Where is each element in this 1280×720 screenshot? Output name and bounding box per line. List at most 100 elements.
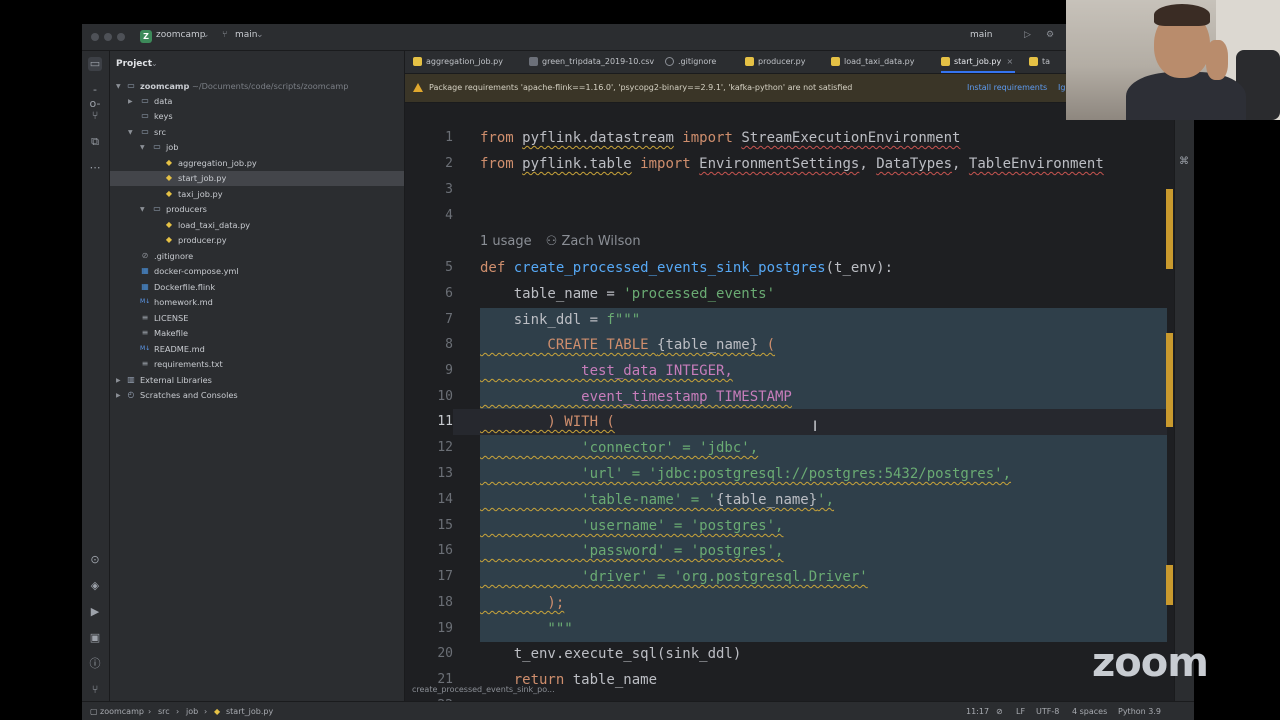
folder-icon[interactable]: ▭ xyxy=(88,57,102,71)
install-requirements-link[interactable]: Install requirements xyxy=(967,74,1047,102)
tree-item-homework[interactable]: M↓ homework.md xyxy=(110,295,404,310)
maximize-window-button[interactable] xyxy=(117,33,125,41)
tree-item-scratches[interactable]: ▶ ◴ Scratches and Consoles xyxy=(110,388,404,403)
run-config-selector[interactable]: main xyxy=(970,30,993,40)
close-window-button[interactable] xyxy=(91,33,99,41)
warning-marker[interactable] xyxy=(1166,565,1173,605)
expand-arrow-icon[interactable]: ▼ xyxy=(128,125,133,140)
debug-icon[interactable]: ⚙ xyxy=(1046,30,1054,40)
tree-item-label: Scratches and Consoles xyxy=(140,390,238,400)
line-number: 5 xyxy=(445,260,453,275)
line-number: 18 xyxy=(437,595,453,610)
tree-item-job[interactable]: ▼ ▭ job xyxy=(110,140,404,155)
tree-item-label: Dockerfile.flink xyxy=(154,282,216,292)
tree-item-root[interactable]: ▼ ▭ zoomcamp ~/Documents/code/scripts/zo… xyxy=(110,79,404,94)
code-line: """ xyxy=(480,621,573,637)
code-editor[interactable]: 1 2 3 4 5 6 7 8 9 10 11 12 13 14 15 16 1… xyxy=(405,103,1174,701)
breadcrumb-project[interactable]: zoomcamp xyxy=(100,702,144,720)
code-token: table_name = xyxy=(480,286,624,302)
git-icon[interactable]: ⑂ xyxy=(88,683,102,697)
code-line: def create_processed_events_sink_postgre… xyxy=(480,260,893,276)
tree-item-keys[interactable]: ▭ keys xyxy=(110,109,404,124)
tree-item-src[interactable]: ▼ ▭ src xyxy=(110,125,404,140)
tree-item-label: start_job.py xyxy=(178,173,227,183)
tree-item-license[interactable]: ≡ LICENSE xyxy=(110,311,404,326)
tree-item-label: keys xyxy=(154,111,173,121)
usage-hint[interactable]: 1 usage xyxy=(480,234,532,249)
breadcrumb-src[interactable]: src xyxy=(158,702,170,720)
tab-start-job[interactable]: start_job.py × xyxy=(941,51,1016,73)
python-packages-icon[interactable]: ⊙ xyxy=(88,553,102,567)
line-number: 15 xyxy=(437,518,453,533)
pull-request-icon[interactable]: ⑂ xyxy=(88,109,102,123)
warning-marker[interactable] xyxy=(1166,189,1173,269)
python-file-icon xyxy=(831,57,840,66)
tree-item-docker-compose[interactable]: ▦ docker-compose.yml xyxy=(110,264,404,279)
expand-arrow-icon[interactable]: ▶ xyxy=(128,94,133,109)
code-token: sink_ddl = xyxy=(480,312,607,328)
branch-switcher[interactable]: main xyxy=(235,30,258,40)
title-bar: Z zoomcamp ⌄ ⑂ main ⌄ main ▷ ⚙ xyxy=(82,24,1194,51)
tree-item-producer[interactable]: ◆ producer.py xyxy=(110,233,404,248)
editor-scrollbar[interactable] xyxy=(1164,103,1174,701)
tab-green-tripdata[interactable]: green_tripdata_2019-10.csv xyxy=(529,51,654,73)
services-icon[interactable]: ▶ xyxy=(88,605,102,619)
python-interpreter[interactable]: Python 3.9 xyxy=(1118,702,1161,720)
more-icon[interactable]: ⋯ xyxy=(88,161,102,175)
tab-aggregation-job[interactable]: aggregation_job.py xyxy=(413,51,503,73)
line-number: 13 xyxy=(437,466,453,481)
close-tab-icon[interactable]: × xyxy=(1006,51,1013,73)
tree-item-load-taxi-data[interactable]: ◆ load_taxi_data.py xyxy=(110,218,404,233)
project-badge-icon: Z xyxy=(140,30,152,43)
line-separator[interactable]: LF xyxy=(1016,702,1025,720)
tree-item-taxi-job[interactable]: ◆ taxi_job.py xyxy=(110,187,404,202)
ai-assistant-icon[interactable]: ⌘ xyxy=(1179,156,1189,167)
tree-item-producers[interactable]: ▼ ▭ producers xyxy=(110,202,404,217)
code-token: def xyxy=(480,260,514,276)
code-line: from pyflink.table import EnvironmentSet… xyxy=(480,156,1104,172)
commit-icon[interactable]: -o- xyxy=(88,83,102,110)
layers-icon[interactable]: ◈ xyxy=(88,579,102,593)
problems-icon[interactable]: ⓘ xyxy=(88,657,102,671)
code-token: TableEnvironment xyxy=(968,156,1104,172)
tab-producer[interactable]: producer.py xyxy=(745,51,805,73)
tree-item-data[interactable]: ▶ ▭ data xyxy=(110,94,404,109)
inlay-hint[interactable]: 1 usage ⚇ Zach Wilson xyxy=(480,234,641,249)
tab-load-taxi-data[interactable]: load_taxi_data.py xyxy=(831,51,914,73)
tree-item-readme[interactable]: M↓ README.md xyxy=(110,342,404,357)
run-icon[interactable]: ▷ xyxy=(1024,30,1031,40)
caret-position[interactable]: 11:17 xyxy=(966,702,989,720)
expand-arrow-icon[interactable]: ▼ xyxy=(140,202,145,217)
code-breadcrumb[interactable]: create_processed_events_sink_po... xyxy=(412,685,555,694)
tab-ta[interactable]: ta xyxy=(1029,51,1050,73)
tree-item-aggregation-job[interactable]: ◆ aggregation_job.py xyxy=(110,156,404,171)
ignore-requirements-link[interactable]: Ig xyxy=(1058,74,1065,102)
no-edit-icon: ⊘ xyxy=(996,707,1003,716)
mouse-cursor-icon: I xyxy=(813,419,818,435)
tree-item-external-libraries[interactable]: ▶ ▥ External Libraries xyxy=(110,373,404,388)
expand-arrow-icon[interactable]: ▶ xyxy=(116,373,121,388)
tree-item-label: homework.md xyxy=(154,297,213,307)
warning-marker[interactable] xyxy=(1166,333,1173,427)
indent-setting[interactable]: 4 spaces xyxy=(1072,702,1107,720)
expand-arrow-icon[interactable]: ▼ xyxy=(116,79,121,94)
structure-icon[interactable]: ⧉ xyxy=(88,135,102,149)
breadcrumb-job[interactable]: job xyxy=(186,702,198,720)
tree-item-gitignore[interactable]: ⊘ .gitignore xyxy=(110,249,404,264)
tree-item-requirements[interactable]: ≡ requirements.txt xyxy=(110,357,404,372)
tree-item-start-job[interactable]: ◆ start_job.py xyxy=(110,171,404,186)
tab-gitignore[interactable]: .gitignore xyxy=(665,51,716,73)
tree-item-dockerfile[interactable]: ▦ Dockerfile.flink xyxy=(110,280,404,295)
scratch-icon: ◴ xyxy=(127,390,135,399)
breadcrumb-file[interactable]: start_job.py xyxy=(226,702,273,720)
file-encoding[interactable]: UTF-8 xyxy=(1036,702,1059,720)
chevron-down-icon[interactable]: ⌄ xyxy=(151,59,158,68)
project-switcher[interactable]: zoomcamp xyxy=(156,30,205,40)
python-file-icon: ◆ xyxy=(165,220,173,229)
minimize-window-button[interactable] xyxy=(104,33,112,41)
expand-arrow-icon[interactable]: ▼ xyxy=(140,140,145,155)
tree-item-makefile[interactable]: ≡ Makefile xyxy=(110,326,404,341)
terminal-icon[interactable]: ▣ xyxy=(88,631,102,645)
expand-arrow-icon[interactable]: ▶ xyxy=(116,388,121,403)
python-file-icon xyxy=(413,57,422,66)
